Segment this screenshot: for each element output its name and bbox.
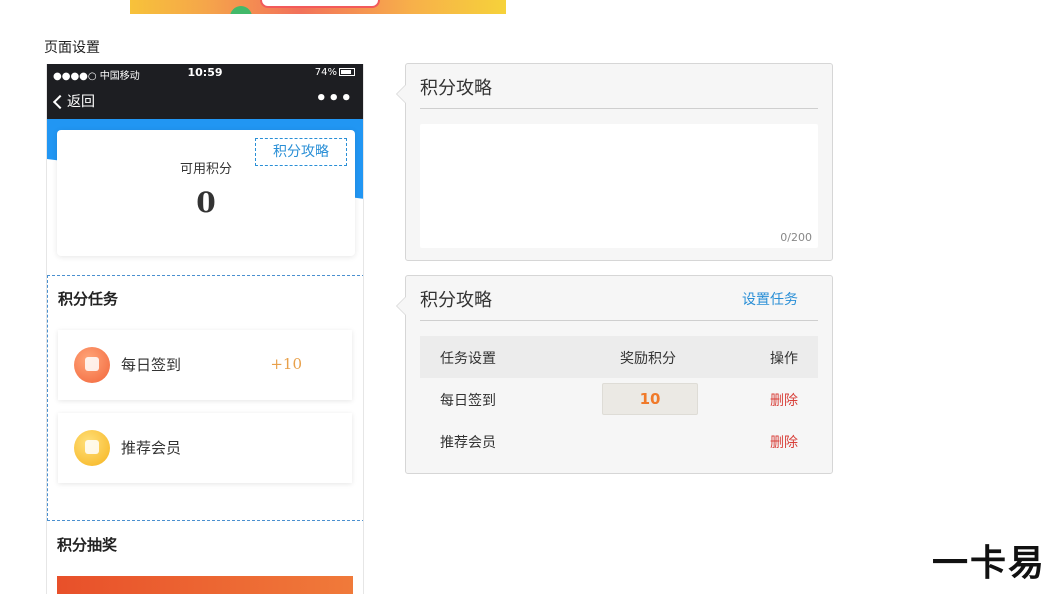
more-menu-icon[interactable]: ••• [315,88,353,109]
lottery-section-title: 积分抽奖 [57,536,118,554]
points-tasks-section[interactable]: 积分任务 每日签到 +10 推荐会员 [47,275,363,521]
task-name: 推荐会员 [121,439,182,457]
task-name-cell: 推荐会员 [440,435,496,451]
points-card: 积分攻略 可用积分 0 [57,130,355,256]
available-points-value: 0 [196,186,216,219]
thumbs-up-icon [74,430,110,466]
lottery-banner [57,576,353,594]
status-bar: ●●●●○ 中国移动 10:59 74% [47,64,363,82]
char-counter: 0/200 [780,231,812,244]
brand-logo: 一卡易 [932,543,1047,584]
guide-text-input[interactable]: 0/200 [420,124,818,248]
header-reward-points: 奖励积分 [620,351,676,367]
panel-title: 积分攻略 [420,290,492,311]
battery-icon [339,68,355,76]
divider [420,320,818,321]
delete-button[interactable]: 删除 [770,432,798,452]
panel-title: 积分攻略 [420,78,492,99]
header-task-settings: 任务设置 [440,351,496,367]
battery-status: 74% [315,67,355,78]
top-banner-image [130,0,506,14]
available-points-label: 可用积分 [179,162,232,177]
table-header: 任务设置 奖励积分 操作 [420,336,818,378]
banner-decoration [260,0,380,8]
tasks-section-title: 积分任务 [58,290,119,308]
task-reward: +10 [270,355,302,373]
task-card-daily-checkin: 每日签到 +10 [58,330,352,400]
gift-icon [74,347,110,383]
chevron-left-icon [52,94,68,110]
divider [420,108,818,109]
page-settings-label: 页面设置 [44,40,100,56]
set-task-link[interactable]: 设置任务 [742,289,798,309]
back-button[interactable]: 返回 [52,91,95,111]
task-table: 任务设置 奖励积分 操作 每日签到 10 删除 推荐会员 删除 [420,336,818,462]
back-label: 返回 [67,94,95,110]
header-actions: 操作 [770,351,798,367]
reward-points-input[interactable]: 10 [602,383,698,415]
guide-settings-panel: 积分攻略 0/200 [396,63,833,261]
table-row: 每日签到 10 删除 [420,378,818,420]
phone-preview: ●●●●○ 中国移动 10:59 74% 返回 ••• 积分攻略 可用积分 0 … [46,64,364,594]
table-row: 推荐会员 删除 [420,420,818,462]
banner-decoration [230,6,252,14]
delete-button[interactable]: 删除 [770,390,798,410]
task-name: 每日签到 [121,356,182,374]
nav-bar: 返回 ••• [47,82,363,119]
battery-percent: 74% [314,67,337,78]
task-name-cell: 每日签到 [440,393,496,409]
task-card-recommend-member: 推荐会员 [58,413,352,483]
task-settings-panel: 积分攻略 设置任务 任务设置 奖励积分 操作 每日签到 10 删除 推荐会员 删… [396,275,833,474]
